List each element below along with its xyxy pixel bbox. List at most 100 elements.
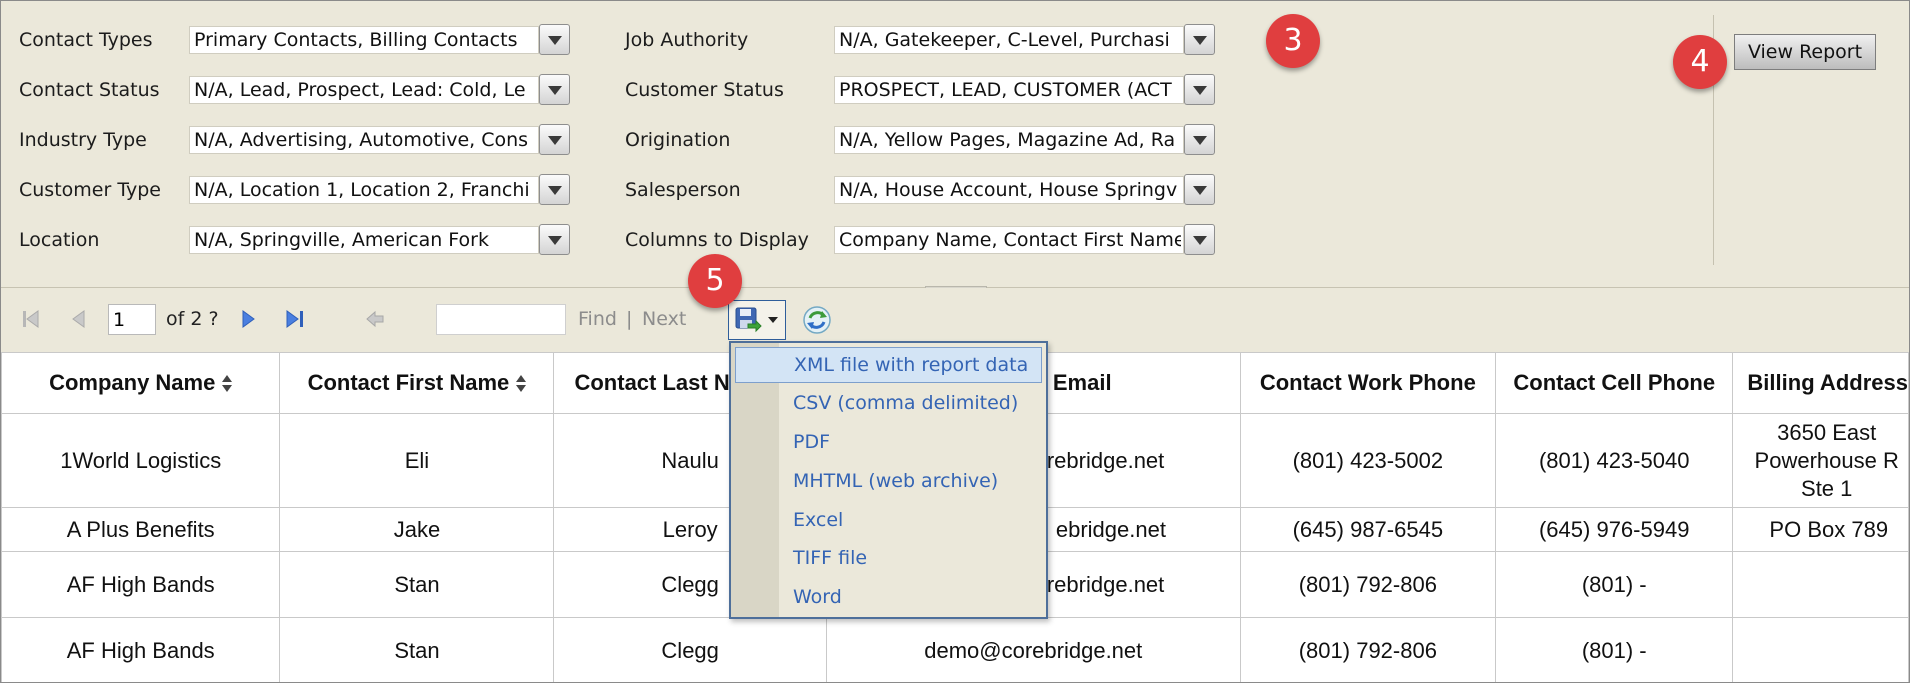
contact-status-dropdown-icon[interactable] <box>539 74 570 105</box>
menu-item-word[interactable]: Word <box>735 579 1042 615</box>
first-page-icon[interactable] <box>20 308 42 330</box>
cell-company-name: AF High Bands <box>1 551 281 618</box>
contact-types-value: Primary Contacts, Billing Contacts <box>194 29 518 51</box>
job-authority-value: N/A, Gatekeeper, C-Level, Purchasi <box>839 29 1170 51</box>
salesperson-dropdown-icon[interactable] <box>1184 174 1215 205</box>
param-label-customer-status: Customer Status <box>625 79 784 101</box>
cell-cell-phone: (801) - <box>1495 617 1734 682</box>
menu-item-xml[interactable]: XML file with report data <box>735 347 1042 383</box>
page-number-input[interactable] <box>108 304 156 335</box>
find-text-input[interactable] <box>436 304 566 335</box>
col-header-company-name[interactable]: Company Name <box>1 352 281 414</box>
chevron-down-icon <box>768 317 778 323</box>
export-button[interactable] <box>728 300 786 340</box>
customer-status-dropdown-icon[interactable] <box>1184 74 1215 105</box>
cell-contact-first-name: Stan <box>279 617 555 682</box>
table-row: AF High Bands Stan Clegg demo@corebridge… <box>1 617 1909 682</box>
contact-status-value: N/A, Lead, Prospect, Lead: Cold, Le <box>194 79 526 101</box>
contact-types-dropdown-icon[interactable] <box>539 24 570 55</box>
callout-badge-3: 3 <box>1266 14 1320 68</box>
menu-item-mhtml[interactable]: MHTML (web archive) <box>735 463 1042 499</box>
param-label-origination: Origination <box>625 129 731 151</box>
cell-cell-phone: (801) - <box>1495 551 1734 618</box>
industry-type-value: N/A, Advertising, Automotive, Cons <box>194 129 529 151</box>
cell-contact-first-name: Jake <box>279 507 555 552</box>
menu-item-pdf[interactable]: PDF <box>735 424 1042 460</box>
origination-value: N/A, Yellow Pages, Magazine Ad, Ra <box>839 129 1176 151</box>
cell-email: demo@corebridge.net <box>825 617 1241 682</box>
location-dropdown-icon[interactable] <box>539 224 570 255</box>
save-disk-icon <box>735 307 762 333</box>
cell-billing-address: 3650 East Powerhouse R Ste 1 <box>1732 413 1909 508</box>
callout-badge-4: 4 <box>1673 35 1727 89</box>
next-link[interactable]: Next <box>642 308 686 330</box>
param-label-customer-type: Customer Type <box>19 179 161 201</box>
callout-badge-5: 5 <box>688 254 742 308</box>
sort-icon[interactable] <box>516 374 527 394</box>
param-label-job-authority: Job Authority <box>625 29 749 51</box>
col-header-contact-cell-phone[interactable]: Contact Cell Phone <box>1495 352 1734 414</box>
sort-icon[interactable] <box>222 374 233 394</box>
parameter-panel: Contact Types Primary Contacts, Billing … <box>1 1 1909 288</box>
previous-page-icon[interactable] <box>69 308 89 330</box>
cell-contact-first-name: Stan <box>279 551 555 618</box>
param-label-industry-type: Industry Type <box>19 129 147 151</box>
origination-dropdown-icon[interactable] <box>1184 124 1215 155</box>
location-value: N/A, Springville, American Fork <box>194 229 490 251</box>
param-label-contact-types: Contact Types <box>19 29 153 51</box>
cell-work-phone: (801) 423-5002 <box>1239 413 1497 508</box>
refresh-icon[interactable] <box>800 303 834 337</box>
page-count-label: of 2 ? <box>166 308 219 330</box>
cell-billing-address <box>1732 551 1909 618</box>
menu-item-tiff[interactable]: TIFF file <box>735 540 1042 576</box>
customer-type-dropdown-icon[interactable] <box>539 174 570 205</box>
last-page-icon[interactable] <box>284 308 308 330</box>
cell-contact-first-name: Eli <box>279 413 555 508</box>
origination-select[interactable]: N/A, Yellow Pages, Magazine Ad, Ra <box>834 126 1184 154</box>
contact-status-select[interactable]: N/A, Lead, Prospect, Lead: Cold, Le <box>189 76 539 104</box>
location-select[interactable]: N/A, Springville, American Fork <box>189 226 539 254</box>
param-label-location: Location <box>19 229 100 251</box>
col-header-billing-address[interactable]: Billing Address <box>1732 352 1909 414</box>
col-header-label: Email <box>1052 370 1112 395</box>
job-authority-dropdown-icon[interactable] <box>1184 24 1215 55</box>
cell-contact-last-name: Clegg <box>553 617 827 682</box>
cell-company-name: 1World Logistics <box>1 413 281 508</box>
salesperson-value: N/A, House Account, House Springv <box>839 179 1178 201</box>
menu-item-csv[interactable]: CSV (comma delimited) <box>735 385 1042 421</box>
industry-type-select[interactable]: N/A, Advertising, Automotive, Cons <box>189 126 539 154</box>
columns-to-display-select[interactable]: Company Name, Contact First Name <box>834 226 1184 254</box>
customer-status-value: PROSPECT, LEAD, CUSTOMER (ACT <box>839 79 1172 101</box>
menu-item-excel[interactable]: Excel <box>735 502 1042 538</box>
col-header-label: Contact Last N <box>574 370 730 395</box>
cell-cell-phone: (645) 976-5949 <box>1495 507 1734 552</box>
cell-company-name: A Plus Benefits <box>1 507 281 552</box>
job-authority-select[interactable]: N/A, Gatekeeper, C-Level, Purchasi <box>834 26 1184 54</box>
columns-to-display-dropdown-icon[interactable] <box>1184 224 1215 255</box>
cell-work-phone: (801) 792-806 <box>1239 617 1497 682</box>
col-header-label: Contact Cell Phone <box>1513 370 1716 395</box>
cell-billing-address <box>1732 617 1909 682</box>
contact-types-select[interactable]: Primary Contacts, Billing Contacts <box>189 26 539 54</box>
col-header-contact-first-name[interactable]: Contact First Name <box>279 352 555 414</box>
col-header-label: Company Name <box>49 370 216 395</box>
columns-to-display-value: Company Name, Contact First Name <box>839 229 1181 251</box>
customer-type-value: N/A, Location 1, Location 2, Franchi <box>194 179 530 201</box>
view-report-button[interactable]: View Report <box>1734 34 1876 70</box>
col-header-label: Contact First Name <box>307 370 510 395</box>
next-page-icon[interactable] <box>239 308 259 330</box>
param-label-contact-status: Contact Status <box>19 79 160 101</box>
report-viewer: Contact Types Primary Contacts, Billing … <box>0 0 1910 683</box>
back-to-parent-icon[interactable] <box>364 308 386 330</box>
col-header-label: Contact Work Phone <box>1259 370 1476 395</box>
cell-billing-address: PO Box 789 <box>1732 507 1909 552</box>
industry-type-dropdown-icon[interactable] <box>539 124 570 155</box>
find-link[interactable]: Find <box>578 308 617 330</box>
customer-type-select[interactable]: N/A, Location 1, Location 2, Franchi <box>189 176 539 204</box>
customer-status-select[interactable]: PROSPECT, LEAD, CUSTOMER (ACT <box>834 76 1184 104</box>
salesperson-select[interactable]: N/A, House Account, House Springv <box>834 176 1184 204</box>
col-header-contact-work-phone[interactable]: Contact Work Phone <box>1239 352 1497 414</box>
cell-work-phone: (645) 987-6545 <box>1239 507 1497 552</box>
cell-cell-phone: (801) 423-5040 <box>1495 413 1734 508</box>
cell-company-name: AF High Bands <box>1 617 281 682</box>
